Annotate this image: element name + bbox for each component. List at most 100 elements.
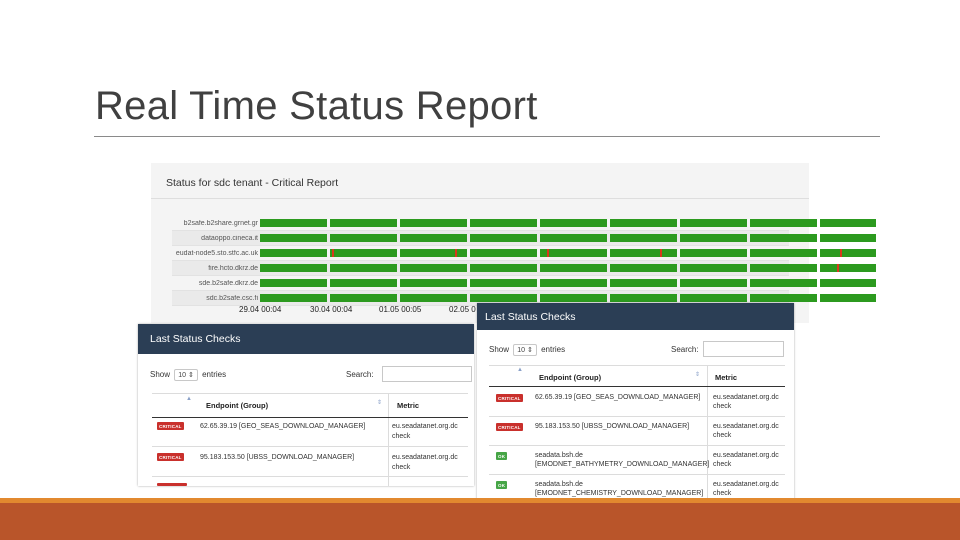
status-segment[interactable] xyxy=(750,294,817,302)
status-segment[interactable] xyxy=(750,264,817,272)
metric-cell[interactable]: eu.seadatanet.org.dc xyxy=(713,422,779,431)
col-endpoint-header[interactable]: Endpoint (Group) xyxy=(539,373,601,382)
status-segment[interactable] xyxy=(610,219,677,227)
status-bars[interactable] xyxy=(260,279,876,287)
entries-select[interactable]: 10 ⇕ xyxy=(174,369,198,381)
status-segment[interactable] xyxy=(820,279,876,287)
status-segment[interactable] xyxy=(820,264,876,272)
timeline-row[interactable]: sde.b2safe.dkrz.de xyxy=(172,276,876,291)
status-segment[interactable] xyxy=(330,279,397,287)
status-bars[interactable] xyxy=(260,264,876,272)
endpoint-cell[interactable]: seadata.bsh.de xyxy=(535,480,583,489)
status-segment[interactable] xyxy=(260,279,327,287)
endpoint-cell[interactable]: 95.183.153.50 [UBSS_DOWNLOAD_MANAGER] xyxy=(535,422,689,431)
entries-select[interactable]: 10 ⇕ xyxy=(513,344,537,356)
critical-marker[interactable] xyxy=(837,264,839,272)
status-segment[interactable] xyxy=(400,264,467,272)
status-segment[interactable] xyxy=(540,294,607,302)
status-segment[interactable] xyxy=(820,234,876,242)
critical-marker[interactable] xyxy=(332,249,334,257)
metric-cell[interactable]: eu.seadatanet.org.dc xyxy=(713,451,779,460)
sort-asc-icon[interactable]: ▲ xyxy=(517,367,523,373)
status-segment[interactable] xyxy=(540,264,607,272)
status-segment[interactable] xyxy=(470,279,537,287)
status-segment[interactable] xyxy=(680,234,747,242)
col-metric-header[interactable]: Metric xyxy=(715,373,737,382)
status-bars[interactable] xyxy=(260,219,876,227)
status-segment[interactable] xyxy=(750,234,817,242)
status-segment[interactable] xyxy=(820,249,876,257)
status-segment[interactable] xyxy=(260,294,327,302)
status-segment[interactable] xyxy=(610,279,677,287)
status-segment[interactable] xyxy=(680,264,747,272)
status-segment[interactable] xyxy=(610,249,677,257)
status-segment[interactable] xyxy=(610,294,677,302)
status-segment[interactable] xyxy=(260,249,327,257)
status-badge: OK xyxy=(496,481,508,489)
status-segment[interactable] xyxy=(610,264,677,272)
search-input[interactable] xyxy=(703,341,784,357)
status-segment[interactable] xyxy=(330,234,397,242)
status-segment[interactable] xyxy=(820,219,876,227)
status-segment[interactable] xyxy=(330,249,397,257)
status-bars[interactable] xyxy=(260,234,876,242)
status-segment[interactable] xyxy=(470,294,537,302)
status-segment[interactable] xyxy=(540,219,607,227)
metric-cell[interactable]: eu.seadatanet.org.dc xyxy=(392,422,458,431)
status-segment[interactable] xyxy=(680,279,747,287)
endpoint-cell[interactable]: 95.183.153.50 [UBSS_DOWNLOAD_MANAGER] xyxy=(200,453,354,462)
status-segment[interactable] xyxy=(260,219,327,227)
status-segment[interactable] xyxy=(750,279,817,287)
status-bars[interactable] xyxy=(260,249,876,257)
status-segment[interactable] xyxy=(400,219,467,227)
endpoint-cell[interactable]: seadata.bsh.de xyxy=(535,451,583,460)
status-segment[interactable] xyxy=(260,234,327,242)
status-segment[interactable] xyxy=(400,294,467,302)
status-segment[interactable] xyxy=(540,279,607,287)
status-bars[interactable] xyxy=(260,294,876,302)
status-segment[interactable] xyxy=(750,249,817,257)
status-segment[interactable] xyxy=(400,279,467,287)
col-metric-header[interactable]: Metric xyxy=(397,401,419,410)
search-input[interactable] xyxy=(382,366,472,382)
critical-marker[interactable] xyxy=(547,249,549,257)
timeline-row[interactable]: eudat-node5.sto.stfc.ac.uk xyxy=(172,246,876,261)
status-segment[interactable] xyxy=(680,219,747,227)
status-segment[interactable] xyxy=(330,294,397,302)
critical-marker[interactable] xyxy=(455,249,457,257)
status-segment[interactable] xyxy=(540,234,607,242)
critical-marker[interactable] xyxy=(660,249,662,257)
status-segment[interactable] xyxy=(400,234,467,242)
status-segment[interactable] xyxy=(470,249,537,257)
metric-cell: check xyxy=(713,432,732,439)
sort-icon[interactable]: ⇕ xyxy=(695,371,700,378)
timeline-row[interactable]: fire.hcto.dkrz.de xyxy=(172,261,876,276)
timeline-row[interactable]: b2safe.b2share.grnet.gr xyxy=(172,216,876,231)
status-segment[interactable] xyxy=(470,219,537,227)
row-divider xyxy=(489,474,785,475)
status-segment[interactable] xyxy=(610,234,677,242)
metric-cell[interactable]: eu.seadatanet.org.dc xyxy=(392,453,458,462)
status-segment[interactable] xyxy=(470,264,537,272)
col-endpoint-header[interactable]: Endpoint (Group) xyxy=(206,401,268,410)
status-segment[interactable] xyxy=(470,234,537,242)
critical-marker[interactable] xyxy=(840,249,842,257)
show-label: Show xyxy=(150,370,171,379)
endpoint-cell[interactable]: 62.65.39.19 [GEO_SEAS_DOWNLOAD_MANAGER] xyxy=(200,422,365,431)
status-segment[interactable] xyxy=(680,249,747,257)
status-segment[interactable] xyxy=(330,264,397,272)
status-segment[interactable] xyxy=(330,219,397,227)
timeline-row[interactable]: dataoppo.cineca.it xyxy=(172,231,876,246)
endpoint-cell[interactable]: 62.65.39.19 [GEO_SEAS_DOWNLOAD_MANAGER] xyxy=(535,393,700,402)
status-segment[interactable] xyxy=(680,294,747,302)
metric-cell[interactable]: eu.seadatanet.org.dc xyxy=(713,480,779,489)
status-segment[interactable] xyxy=(750,219,817,227)
sort-asc-icon[interactable]: ▲ xyxy=(186,396,192,402)
host-label: sde.b2safe.dkrz.de xyxy=(198,279,258,287)
status-segment[interactable] xyxy=(260,264,327,272)
status-segment[interactable] xyxy=(820,294,876,302)
status-badge: CRITICAL xyxy=(496,394,523,402)
metric-cell[interactable]: eu.seadatanet.org.dc xyxy=(713,393,779,402)
sort-icon[interactable]: ⇕ xyxy=(377,399,382,406)
status-segment[interactable] xyxy=(540,249,607,257)
